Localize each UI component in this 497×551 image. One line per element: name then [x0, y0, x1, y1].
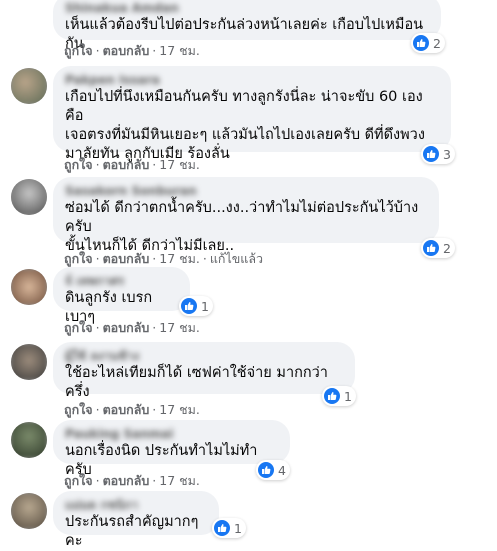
avatar[interactable] [11, 493, 47, 529]
reaction-count[interactable]: 4 [256, 460, 290, 480]
avatar[interactable] [11, 269, 47, 305]
separator: · [152, 473, 157, 488]
comment-bubble: ผู้ใช้ ลงานช้าง ใช้อะไหล่เทียมก็ได้ เซฟค… [53, 342, 355, 400]
reaction-count[interactable]: 3 [421, 144, 455, 164]
like-icon [181, 298, 197, 314]
separator: · [95, 251, 100, 266]
reply-button[interactable]: ตอบกลับ [103, 43, 150, 58]
reaction-count[interactable]: 2 [421, 238, 455, 258]
reaction-number: 1 [234, 520, 242, 536]
timestamp[interactable]: 17 ชม. [159, 251, 200, 266]
comment-actions: ถูกใจ · ตอบกลับ · 17 ชม. [64, 318, 200, 338]
reaction-count[interactable]: 1 [212, 518, 246, 538]
reply-button[interactable]: ตอบกลับ [103, 157, 150, 172]
comment-actions: ถูกใจ · ตอบกลับ · 17 ชม. [64, 471, 200, 491]
reaction-number: 2 [433, 35, 441, 51]
timestamp[interactable]: 17 ชม. [159, 43, 200, 58]
commenter-name[interactable]: Pauking Sanmai [65, 426, 278, 442]
comment-text: ประกันรถสำคัญมากๆคะ [65, 514, 199, 549]
separator: · [95, 43, 100, 58]
separator: · [152, 320, 157, 335]
separator: · [152, 157, 157, 172]
separator: · [152, 402, 157, 417]
edited-label[interactable]: แก้ไขแล้ว [210, 251, 263, 266]
reaction-count[interactable]: 1 [322, 386, 356, 406]
separator: · [202, 251, 207, 266]
reaction-number: 2 [443, 240, 451, 256]
commenter-name[interactable]: ผู้ใช้ ลงานช้าง [65, 348, 343, 364]
reply-button[interactable]: ตอบกลับ [103, 251, 150, 266]
timestamp[interactable]: 17 ชม. [159, 157, 200, 172]
comment-text: ซ่อมได้ ดีกว่าตกน้ำครับ...งง..ว่าทำไมไม่… [65, 200, 419, 254]
separator: · [152, 251, 157, 266]
comment-bubble: จ์ เทพกาศร ดินลูกรัง เบรกเบาๆ [53, 267, 190, 325]
reaction-number: 1 [201, 298, 209, 314]
commenter-name[interactable]: Pakpen Issara [65, 72, 439, 88]
comment-actions: ถูกใจ · ตอบกลับ · 17 ชม. · แก้ไขแล้ว [64, 249, 263, 269]
timestamp[interactable]: 17 ชม. [159, 473, 200, 488]
comment-actions: ถูกใจ · ตอบกลับ · 17 ชม. [64, 155, 200, 175]
separator: · [95, 402, 100, 417]
comment-actions: ถูกใจ · ตอบกลับ · 17 ชม. [64, 41, 200, 61]
comment-bubble: Pakpen Issara เกือบไปที่นึงเหมือนกันครับ… [53, 66, 451, 162]
reply-button[interactable]: ตอบกลับ [103, 473, 150, 488]
comment-bubble: Shinakua Amdan เห็นแล้วต้องรีบไปต่อประกั… [53, 0, 441, 52]
commenter-name[interactable]: Shinakua Amdan [65, 0, 429, 16]
reaction-number: 3 [443, 146, 451, 162]
comment-bubble: Pauking Sanmai นอกเรื่องนิด ประกันทำไมไม… [53, 420, 290, 478]
comment-actions: ถูกใจ · ตอบกลับ · 17 ชม. [64, 400, 200, 420]
reply-button[interactable]: ตอบกลับ [103, 320, 150, 335]
like-button[interactable]: ถูกใจ [64, 251, 93, 266]
like-button[interactable]: ถูกใจ [64, 473, 93, 488]
comment-bubble: Sasakorn Sonburan ซ่อมได้ ดีกว่าตกน้ำครั… [53, 177, 439, 254]
separator: · [152, 43, 157, 58]
comment-text: ใช้อะไหล่เทียมก็ได้ เซฟค่าใช้จ่าย มากกว่… [65, 365, 328, 400]
separator: · [95, 320, 100, 335]
reaction-number: 4 [278, 462, 286, 478]
reaction-count[interactable]: 2 [411, 33, 445, 53]
comment-text: เกือบไปที่นึงเหมือนกันครับ ทางลูกรังนี่ล… [65, 89, 425, 162]
like-icon [324, 388, 340, 404]
like-icon [423, 146, 439, 162]
avatar[interactable] [11, 68, 47, 104]
commenter-name[interactable]: จ์ เทพกาศร [65, 273, 178, 289]
reaction-number: 1 [344, 388, 352, 404]
commenter-name[interactable]: แม่มด กชนิกา [65, 497, 207, 513]
avatar[interactable] [11, 422, 47, 458]
avatar[interactable] [11, 179, 47, 215]
like-button[interactable]: ถูกใจ [64, 402, 93, 417]
like-icon [214, 520, 230, 536]
like-icon [258, 462, 274, 478]
separator: · [95, 473, 100, 488]
avatar[interactable] [11, 344, 47, 380]
like-icon [423, 240, 439, 256]
like-button[interactable]: ถูกใจ [64, 157, 93, 172]
like-icon [413, 35, 429, 51]
like-button[interactable]: ถูกใจ [64, 320, 93, 335]
timestamp[interactable]: 17 ชม. [159, 402, 200, 417]
commenter-name[interactable]: Sasakorn Sonburan [65, 183, 427, 199]
comment-bubble: แม่มด กชนิกา ประกันรถสำคัญมากๆคะ [53, 491, 219, 549]
reaction-count[interactable]: 1 [179, 296, 213, 316]
like-button[interactable]: ถูกใจ [64, 43, 93, 58]
reply-button[interactable]: ตอบกลับ [103, 402, 150, 417]
separator: · [95, 157, 100, 172]
timestamp[interactable]: 17 ชม. [159, 320, 200, 335]
